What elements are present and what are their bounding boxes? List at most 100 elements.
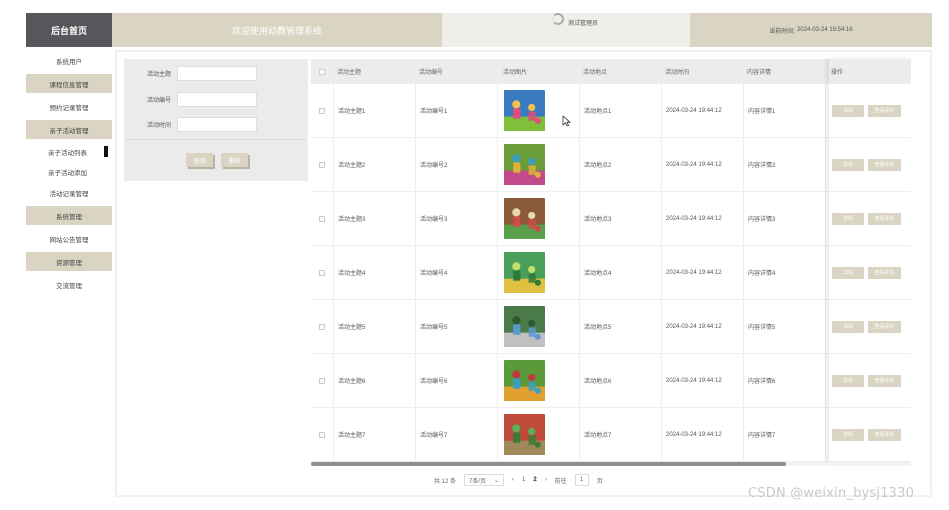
sidebar-item-7[interactable]: 系统管理: [26, 206, 112, 225]
cell-theme: 活动主题1: [333, 84, 415, 137]
row-select-cell[interactable]: [311, 323, 333, 330]
home-link[interactable]: 后台首页: [26, 13, 112, 47]
detail-button[interactable]: 详情: [832, 158, 864, 171]
view-comments-button[interactable]: 查看评论: [868, 212, 901, 225]
table-row[interactable]: 活动主题7 活动编号7 活动地点7 2024-03-24 19:44:12 内容详情7 详…: [311, 408, 911, 462]
table-row[interactable]: 活动主题3 活动编号3 活动地点3 2024-03-24 19:44:12 内容详情3 详…: [311, 192, 911, 246]
total-count: 共 12 条: [434, 478, 457, 485]
page-2[interactable]: 2: [533, 477, 536, 483]
cell-number: 活动编号1: [415, 84, 497, 137]
row-checkbox[interactable]: [319, 377, 325, 384]
cell-ops: 详情 查看评论: [825, 84, 911, 137]
row-checkbox[interactable]: [319, 323, 325, 330]
sidebar-item-0[interactable]: 系统用户: [26, 51, 112, 70]
view-comments-button[interactable]: 查看评论: [868, 320, 901, 333]
detail-button[interactable]: 详情: [832, 374, 864, 387]
sidebar-item-label: 活动记录管理: [49, 190, 89, 198]
cell-detail: 内容详情1: [743, 84, 825, 137]
page-1[interactable]: 1: [522, 477, 525, 483]
sidebar-item-5[interactable]: 亲子活动添加: [26, 163, 112, 180]
cell-detail: 内容详情6: [743, 354, 825, 407]
sidebar-item-10[interactable]: 交流管理: [26, 275, 112, 294]
query-button[interactable]: 查询: [186, 153, 213, 167]
user-area[interactable]: 测试管理员: [442, 13, 690, 47]
goto-page-input[interactable]: 1: [574, 474, 589, 486]
chevron-down-icon: ⌄: [493, 477, 500, 484]
number-input[interactable]: [177, 92, 257, 107]
detail-button[interactable]: 详情: [832, 212, 864, 225]
time-value: 2024-03-24 19:54:16: [796, 27, 853, 33]
row-select-cell[interactable]: [311, 215, 333, 222]
active-indicator: [104, 146, 108, 157]
sidebar-item-8[interactable]: 网站公告管理: [26, 229, 112, 248]
row-checkbox[interactable]: [319, 107, 325, 114]
cell-image: [497, 84, 579, 137]
detail-button[interactable]: 详情: [832, 428, 864, 441]
sidebar-item-label: 系统用户: [56, 58, 82, 66]
view-comments-button[interactable]: 查看评论: [868, 104, 901, 117]
cell-theme: 活动主题4: [333, 246, 415, 299]
sidebar-item-label: 亲子活动添加: [48, 169, 87, 177]
cell-time: 2024-03-24 19:44:12: [661, 408, 743, 461]
row-select-cell[interactable]: [311, 269, 333, 276]
row-select-cell[interactable]: [311, 431, 333, 438]
row-select-cell[interactable]: [311, 107, 333, 114]
sidebar-item-1[interactable]: 课程信息管理: [26, 74, 112, 93]
cell-time: 2024-03-24 19:44:12: [661, 246, 743, 299]
cell-image: [497, 300, 579, 353]
row-select-cell[interactable]: [311, 377, 333, 384]
sidebar-item-label: 预约记录管理: [49, 104, 89, 112]
cell-ops: 详情 查看评论: [825, 300, 911, 353]
row-checkbox[interactable]: [319, 269, 325, 276]
prev-page-button[interactable]: ‹: [512, 477, 514, 483]
view-comments-button[interactable]: 查看评论: [868, 158, 901, 171]
table-scrollbar[interactable]: [311, 462, 911, 466]
sidebar-item-3[interactable]: 亲子活动管理: [26, 120, 112, 139]
view-comments-button[interactable]: 查看评论: [868, 266, 901, 279]
cell-ops: 详情 查看评论: [825, 408, 911, 461]
cell-location: 活动地点1: [579, 84, 661, 137]
sidebar-item-label: 亲子活动管理: [49, 127, 89, 135]
theme-input[interactable]: [177, 66, 257, 81]
detail-button[interactable]: 详情: [832, 104, 864, 117]
scrollbar-thumb[interactable]: [311, 462, 786, 466]
activity-photo-icon: [504, 414, 545, 455]
col-header-location: 活动地点: [583, 70, 608, 76]
cell-theme: 活动主题3: [333, 192, 415, 245]
sidebar-item-2[interactable]: 预约记录管理: [26, 97, 112, 116]
row-select-cell[interactable]: [311, 161, 333, 168]
delete-button[interactable]: 删除: [221, 153, 248, 167]
time-filter-input[interactable]: [177, 117, 257, 132]
col-header-ops: 操作: [831, 70, 844, 76]
table-row[interactable]: 活动主题6 活动编号6 活动地点6 2024-03-24 19:44:12 内容详情6 详…: [311, 354, 911, 408]
detail-button[interactable]: 详情: [832, 266, 864, 279]
sidebar-item-4[interactable]: 亲子活动列表: [26, 143, 112, 160]
table-header: 活动主题 活动编号 活动图片 活动地点 活动时间 内容详情 操作: [311, 59, 911, 84]
select-all-cell[interactable]: [311, 68, 333, 75]
row-checkbox[interactable]: [319, 215, 325, 222]
activity-photo-icon: [504, 306, 545, 347]
row-checkbox[interactable]: [319, 431, 325, 438]
table-row[interactable]: 活动主题1 活动编号1 活动地点1 2024-03-24 19:44:12 内容详情1 详…: [311, 84, 911, 138]
cell-number: 活动编号2: [415, 138, 497, 191]
sidebar-item-6[interactable]: 活动记录管理: [26, 183, 112, 202]
mouse-cursor-icon: [562, 115, 571, 127]
number-label: 活动编号: [146, 98, 171, 104]
cell-theme: 活动主题6: [333, 354, 415, 407]
goto-label: 前往: [554, 478, 567, 485]
detail-button[interactable]: 详情: [832, 320, 864, 333]
cell-ops: 详情 查看评论: [825, 138, 911, 191]
sidebar-item-9[interactable]: 资源管理: [26, 252, 112, 271]
next-page-button[interactable]: ›: [545, 477, 547, 483]
select-all-checkbox[interactable]: [319, 68, 325, 75]
view-comments-button[interactable]: 查看评论: [868, 428, 901, 441]
time-label: 当前时间:: [769, 28, 795, 35]
table-row[interactable]: 活动主题4 活动编号4 活动地点4 2024-03-24 19:44:12 内容详情4 详…: [311, 246, 911, 300]
cell-detail: 内容详情2: [743, 138, 825, 191]
table-row[interactable]: 活动主题5 活动编号5 活动地点5 2024-03-24 19:44:12 内容详情5 详…: [311, 300, 911, 354]
page-size-select[interactable]: 7条/页 ⌄: [464, 474, 505, 486]
row-checkbox[interactable]: [319, 161, 325, 168]
sidebar-item-label: 课程信息管理: [49, 81, 89, 89]
table-row[interactable]: 活动主题2 活动编号2 活动地点2 2024-03-24 19:44:12 内容详情2 详…: [311, 138, 911, 192]
view-comments-button[interactable]: 查看评论: [868, 374, 901, 387]
